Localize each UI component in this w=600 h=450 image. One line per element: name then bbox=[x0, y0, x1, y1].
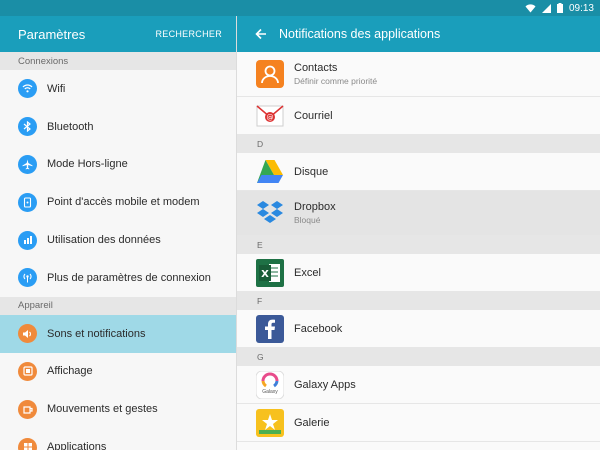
settings-item[interactable]: Mouvements et gestes bbox=[0, 390, 236, 428]
settings-item[interactable]: Utilisation des données bbox=[0, 221, 236, 259]
app-text: Contacts Définir comme priorité bbox=[294, 62, 377, 86]
app-text: Dropbox Bloqué bbox=[294, 201, 336, 225]
alpha-section-header: G bbox=[237, 348, 600, 366]
settings-item[interactable]: Wifi bbox=[0, 70, 236, 108]
settings-item[interactable]: Sons et notifications bbox=[0, 314, 236, 353]
settings-list: Connexions Wifi Bluetooth Mode Hors-ligne Po… bbox=[0, 52, 236, 450]
app-name: Courriel bbox=[294, 109, 333, 122]
gestures-icon bbox=[18, 399, 37, 419]
app-row[interactable]: Galerie bbox=[237, 404, 600, 442]
svg-text:X: X bbox=[261, 269, 269, 280]
section-header: Appareil bbox=[0, 296, 236, 315]
wifi-status-icon bbox=[525, 3, 536, 12]
app-text: Excel bbox=[294, 267, 321, 279]
settings-item-label: Sons et notifications bbox=[47, 327, 146, 340]
settings-item-label: Mode Hors-ligne bbox=[47, 158, 128, 171]
search-button[interactable]: RECHERCHER bbox=[155, 29, 222, 39]
facebook-icon bbox=[256, 314, 284, 343]
apps-icon bbox=[18, 437, 37, 450]
svg-text:@: @ bbox=[267, 113, 274, 121]
app-status: Définir comme priorité bbox=[294, 76, 378, 86]
settings-item[interactable]: Affichage bbox=[0, 353, 236, 391]
app-row[interactable]: Dropbox Bloqué bbox=[237, 191, 600, 236]
app-text: Courriel bbox=[294, 110, 333, 122]
settings-item-label: Point d'accès mobile et modem bbox=[47, 196, 200, 209]
contacts-icon bbox=[256, 60, 284, 88]
app-list: Contacts Définir comme priorité @ Courriel D… bbox=[237, 52, 600, 442]
alpha-section-header: D bbox=[237, 135, 600, 153]
settings-appbar: Paramètres RECHERCHER bbox=[0, 16, 236, 52]
app-row[interactable]: Contacts Définir comme priorité bbox=[237, 52, 600, 97]
notifications-title: Notifications des applications bbox=[279, 27, 441, 41]
settings-item-label: Plus de paramètres de connexion bbox=[47, 271, 211, 284]
app-name: Galaxy Apps bbox=[294, 378, 356, 391]
galaxy-apps-icon: Galaxy bbox=[256, 370, 284, 399]
status-bar: 09:13 bbox=[0, 0, 600, 16]
display-icon bbox=[18, 361, 37, 381]
settings-title: Paramètres bbox=[18, 26, 86, 42]
app-text: Galerie bbox=[294, 417, 329, 429]
settings-item-label: Bluetooth bbox=[47, 120, 94, 133]
app-text: Facebook bbox=[294, 323, 342, 335]
settings-item[interactable]: Bluetooth bbox=[0, 108, 236, 146]
app-name: Facebook bbox=[294, 322, 343, 335]
alpha-section-header: E bbox=[237, 236, 600, 254]
app-notifications-panel: Notifications des applications Contacts D… bbox=[237, 16, 600, 450]
hotspot-icon bbox=[18, 192, 37, 212]
app-name: Contacts bbox=[294, 62, 338, 74]
app-status: Bloqué bbox=[294, 215, 321, 225]
app-row[interactable]: @ Courriel bbox=[237, 97, 600, 135]
dropbox-icon bbox=[256, 199, 284, 227]
settings-item-label: Utilisation des données bbox=[47, 234, 161, 247]
app-row[interactable]: X Excel bbox=[237, 254, 600, 292]
app-text: Disque bbox=[294, 166, 328, 178]
settings-item[interactable]: Point d'accès mobile et modem bbox=[0, 183, 236, 221]
settings-item-label: Affichage bbox=[47, 365, 93, 378]
settings-item-label: Wifi bbox=[47, 82, 66, 95]
sound-icon bbox=[18, 324, 37, 344]
app-row[interactable]: Disque bbox=[237, 153, 600, 191]
app-row[interactable]: Galaxy Galaxy Apps bbox=[237, 366, 600, 404]
app-row[interactable]: Facebook bbox=[237, 310, 600, 348]
airplane-icon bbox=[18, 154, 37, 174]
signal-status-icon bbox=[541, 3, 551, 13]
app-name: Dropbox bbox=[294, 201, 336, 213]
app-name: Disque bbox=[294, 165, 329, 178]
email-icon: @ bbox=[256, 102, 284, 130]
settings-item[interactable]: Mode Hors-ligne bbox=[0, 146, 236, 184]
section-header: Connexions bbox=[0, 52, 236, 70]
galaxy-icon-label: Galaxy bbox=[262, 388, 278, 395]
settings-item[interactable]: Plus de paramètres de connexion bbox=[0, 259, 236, 297]
gallery-icon bbox=[256, 408, 284, 437]
back-arrow-icon[interactable] bbox=[255, 28, 267, 40]
app-name: Galerie bbox=[294, 416, 330, 429]
status-time: 09:13 bbox=[568, 2, 594, 14]
drive-icon bbox=[256, 158, 284, 186]
settings-item-label: Mouvements et gestes bbox=[47, 403, 158, 416]
more-connections-icon bbox=[18, 268, 37, 288]
settings-panel: Paramètres RECHERCHER Connexions Wifi Blue… bbox=[0, 16, 237, 450]
wifi-icon bbox=[18, 79, 37, 99]
bluetooth-icon bbox=[18, 117, 37, 137]
excel-icon: X bbox=[256, 258, 284, 287]
settings-item[interactable]: Applications bbox=[0, 428, 236, 450]
app-name: Excel bbox=[294, 266, 321, 279]
data-usage-icon bbox=[18, 230, 37, 250]
app-text: Galaxy Apps bbox=[294, 379, 356, 391]
alpha-section-header: F bbox=[237, 292, 600, 310]
settings-item-label: Applications bbox=[47, 441, 107, 450]
battery-status-icon bbox=[556, 3, 563, 13]
notifications-appbar: Notifications des applications bbox=[237, 16, 600, 52]
